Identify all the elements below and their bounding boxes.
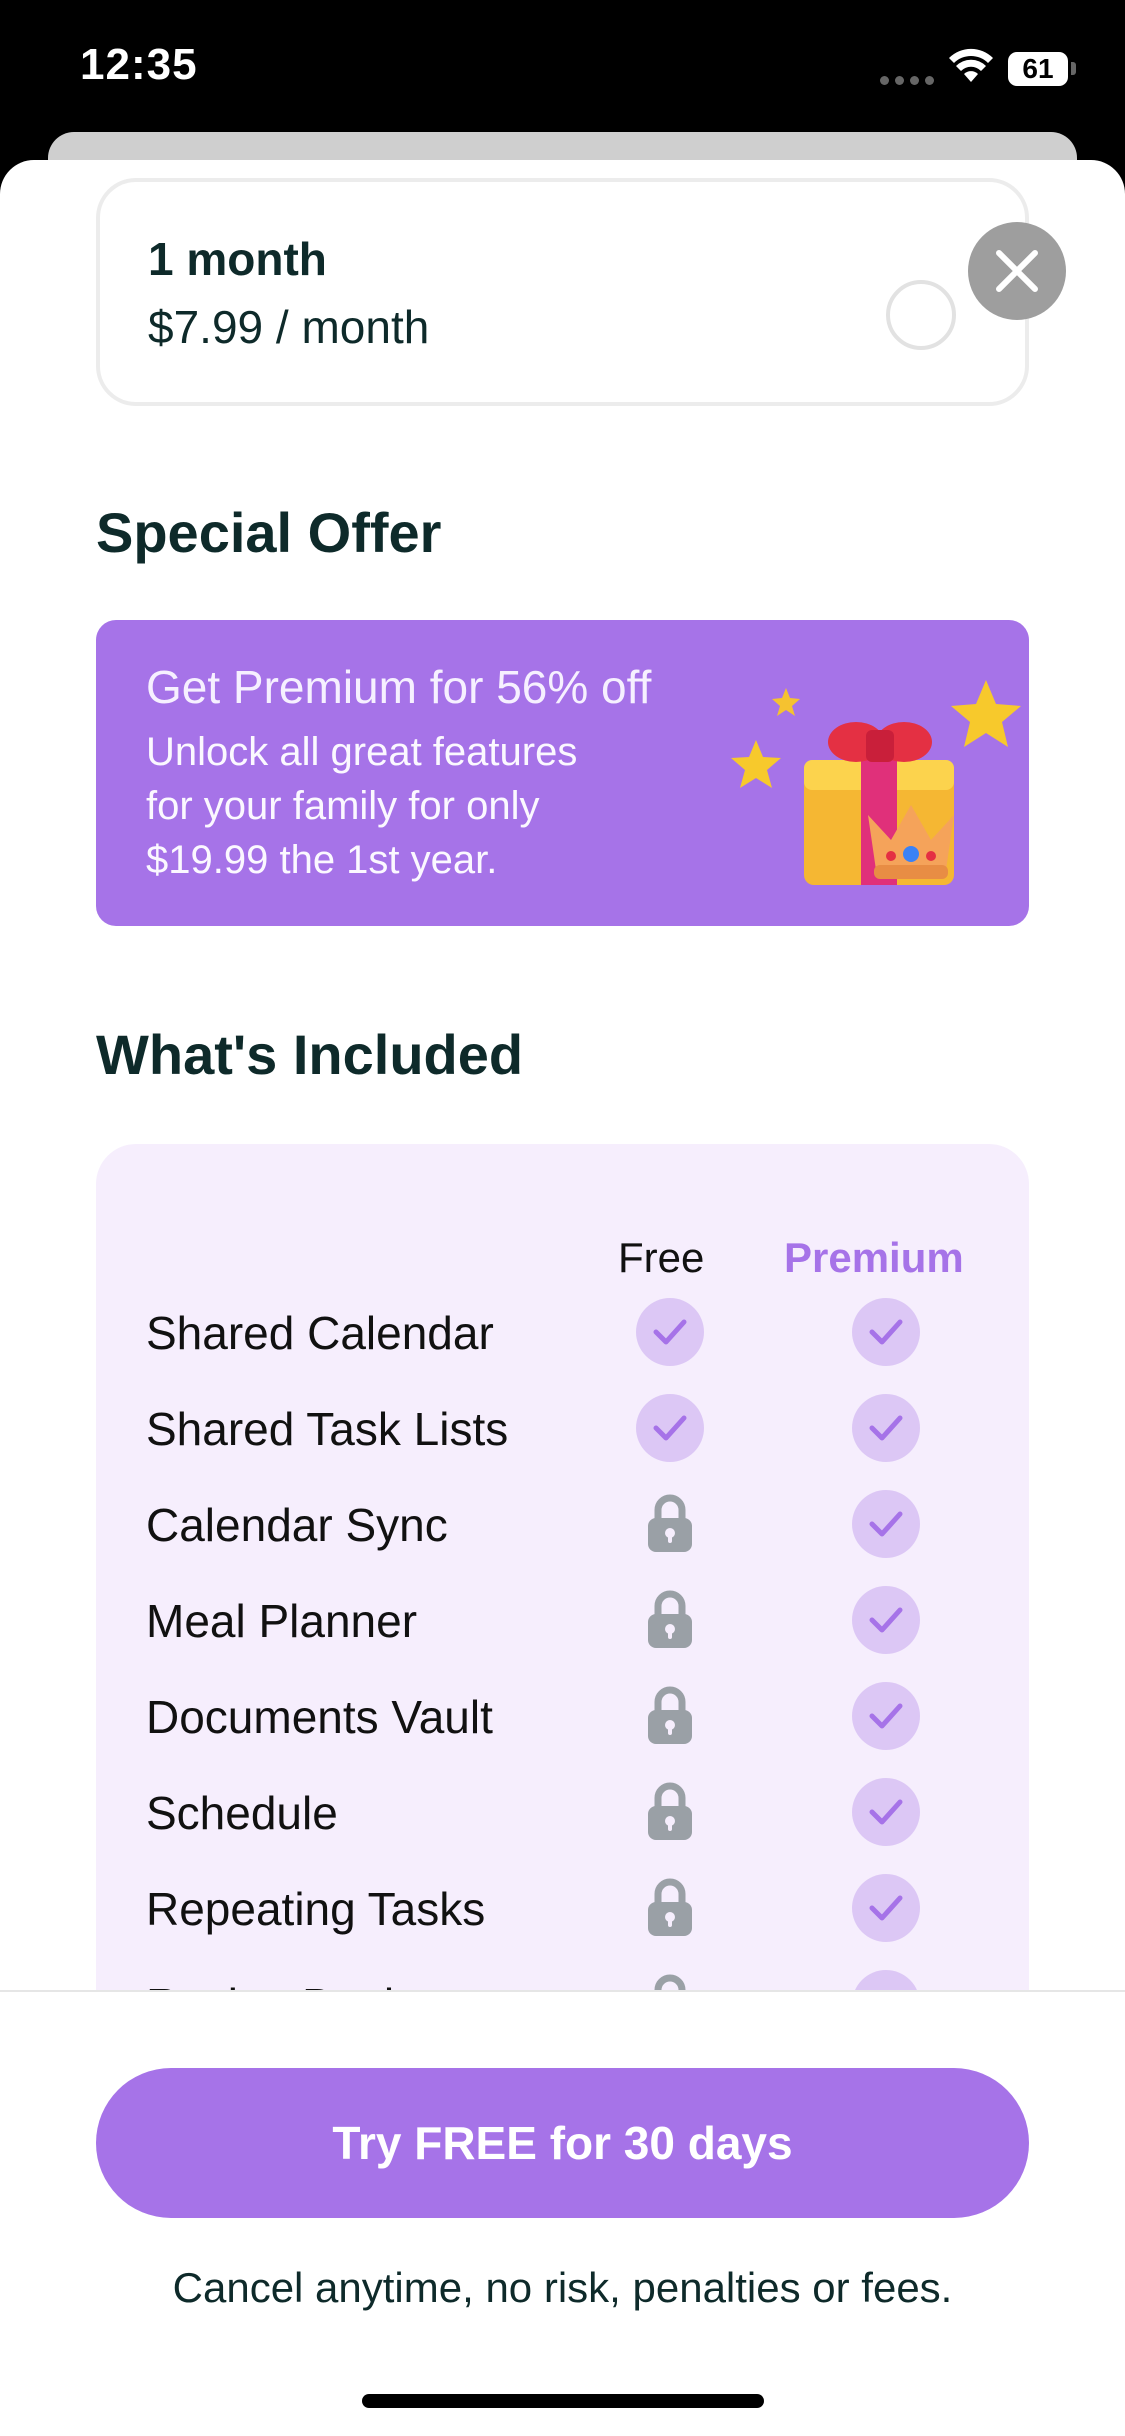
battery-indicator: 61	[1008, 52, 1068, 86]
check-icon	[852, 1490, 920, 1558]
status-bar: 12:35 61	[0, 0, 1125, 135]
status-time: 12:35	[80, 40, 198, 89]
column-header-free: Free	[618, 1234, 705, 1281]
plan-radio-button[interactable]	[886, 280, 956, 350]
lock-icon	[646, 1878, 694, 1938]
lock-icon	[646, 1590, 694, 1650]
feature-row: Shared Task Lists	[96, 1388, 1029, 1468]
whats-included-heading: What's Included	[96, 1023, 524, 1086]
offer-line: $19.99 the 1st year.	[146, 838, 498, 882]
gift-crown-illustration	[731, 680, 1021, 885]
plan-option-monthly[interactable]: 1 month $7.99 / month	[96, 178, 1029, 406]
offer-title: Get Premium for 56% off	[146, 661, 652, 713]
cancel-note: Cancel anytime, no risk, penalties or fe…	[172, 2264, 953, 2311]
feature-label: Documents Vault	[146, 1691, 493, 1743]
offer-line: Unlock all great features	[146, 730, 578, 774]
battery-tip	[1071, 62, 1076, 75]
feature-label: Meal Planner	[146, 1595, 418, 1647]
feature-label: Schedule	[146, 1787, 338, 1839]
lock-icon	[646, 1782, 694, 1842]
check-icon	[636, 1298, 704, 1366]
check-icon	[852, 1682, 920, 1750]
special-offer-heading: Special Offer	[96, 501, 442, 564]
special-offer-banner[interactable]: Get Premium for 56% off Unlock all great…	[96, 620, 1029, 926]
plan-title: 1 month	[148, 233, 327, 285]
paywall-sheet: 1 month $7.99 / month Special Offer Get …	[0, 160, 1125, 2436]
feature-row: Calendar Sync	[96, 1484, 1029, 1564]
offer-line: for your family for only	[146, 784, 540, 828]
check-icon	[852, 1394, 920, 1462]
feature-label: Calendar Sync	[146, 1499, 448, 1551]
check-icon	[852, 1778, 920, 1846]
star-icon	[772, 688, 800, 716]
check-icon	[636, 1394, 704, 1462]
lock-icon	[646, 1494, 694, 1554]
try-free-button[interactable]: Try FREE for 30 days	[96, 2068, 1029, 2218]
check-icon	[852, 1586, 920, 1654]
feature-row: Schedule	[96, 1772, 1029, 1852]
wifi-icon	[949, 48, 993, 82]
plan-price: $7.99 / month	[148, 301, 430, 353]
feature-label: Repeating Tasks	[146, 1883, 486, 1935]
home-indicator[interactable]	[362, 2394, 764, 2408]
star-icon	[951, 680, 1021, 747]
feature-label: Shared Task Lists	[146, 1403, 509, 1455]
bottom-action-bar: Try FREE for 30 days Cancel anytime, no …	[0, 1990, 1125, 2436]
lock-icon	[646, 1686, 694, 1746]
column-header-premium: Premium	[784, 1234, 964, 1281]
feature-row: Shared Calendar	[96, 1292, 1029, 1372]
feature-row: Repeating Tasks	[96, 1868, 1029, 1948]
cellular-signal-icon	[880, 76, 934, 85]
check-icon	[852, 1874, 920, 1942]
check-icon	[852, 1298, 920, 1366]
feature-row: Documents Vault	[96, 1676, 1029, 1756]
star-icon	[731, 740, 781, 788]
feature-row: Meal Planner	[96, 1580, 1029, 1660]
close-icon	[996, 250, 1038, 292]
feature-label: Shared Calendar	[146, 1307, 494, 1359]
close-button[interactable]	[968, 222, 1066, 320]
